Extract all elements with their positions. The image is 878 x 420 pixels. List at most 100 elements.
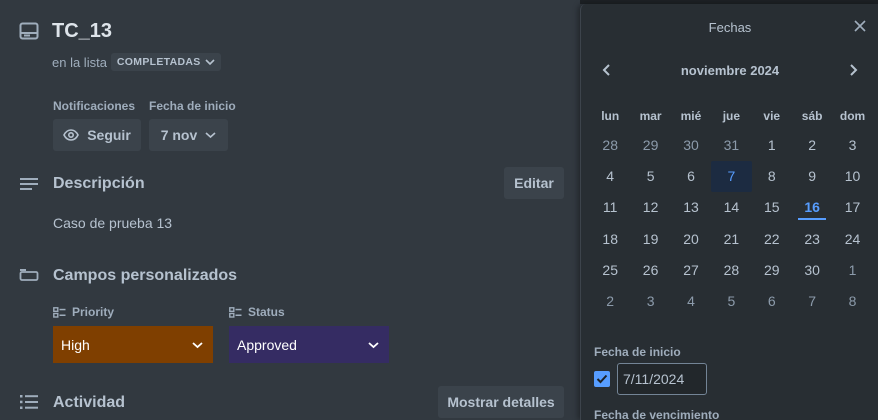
calendar-day[interactable]: 15 [752, 192, 792, 223]
activity-icon [20, 395, 38, 409]
field-label-status: Status [229, 305, 285, 319]
popover-title: Fechas [708, 20, 752, 35]
check-icon [596, 374, 608, 384]
in-list-label: en la lista [52, 54, 107, 70]
activity-heading: Actividad [53, 394, 126, 411]
priority-value: High [61, 336, 90, 353]
priority-select[interactable]: High [53, 326, 213, 363]
start-date-input[interactable]: 7/11/2024 [617, 363, 707, 395]
notifications-label: Notificaciones [53, 99, 136, 113]
chevron-down-icon [368, 341, 379, 348]
description-text[interactable]: Caso de prueba 13 [53, 215, 172, 231]
calendar-day[interactable]: 28 [590, 130, 630, 161]
calendar-day[interactable]: 25 [590, 255, 630, 286]
list-name: COMPLETADAS [116, 56, 201, 68]
calendar-day[interactable]: 17 [832, 192, 872, 223]
calendar-day[interactable]: 8 [832, 286, 872, 317]
calendar-day[interactable]: 3 [832, 130, 872, 161]
calendar-day[interactable]: 26 [630, 255, 670, 286]
weekday-label: lun [601, 109, 620, 123]
eye-icon [63, 129, 80, 141]
calendar-day[interactable]: 28 [711, 255, 751, 286]
field-name: Priority [72, 305, 115, 319]
weekday-label: jue [722, 109, 741, 123]
weekday-label: vie [763, 109, 781, 123]
card-detail: TC_13 en la lista COMPLETADAS Notificaci… [0, 0, 580, 420]
calendar-day[interactable]: 18 [590, 224, 630, 255]
calendar-day[interactable]: 12 [630, 192, 670, 223]
close-icon[interactable] [852, 18, 868, 34]
calendar-day[interactable]: 27 [671, 255, 711, 286]
calendar-day[interactable]: 11 [590, 192, 630, 223]
start-date-label: Fecha de inicio [149, 99, 236, 113]
calendar-day[interactable]: 22 [752, 224, 792, 255]
calendar-day[interactable]: 6 [671, 161, 711, 192]
field-type-icon [53, 306, 66, 318]
edit-label: Editar [514, 175, 554, 191]
calendar-day[interactable]: 13 [671, 192, 711, 223]
calendar-day[interactable]: 29 [752, 255, 792, 286]
weekday-label: mié [680, 109, 702, 123]
calendar-day[interactable]: 4 [590, 161, 630, 192]
calendar-day[interactable]: 30 [792, 255, 832, 286]
card-title[interactable]: TC_13 [52, 20, 112, 43]
month-navigation: noviembre 2024 [599, 62, 861, 78]
calendar-day[interactable]: 3 [630, 286, 670, 317]
description-heading: Descripción [53, 175, 145, 192]
calendar-day[interactable]: 19 [630, 224, 670, 255]
show-details-button[interactable]: Mostrar detalles [438, 386, 564, 418]
panel-start-date-label: Fecha de inicio [594, 345, 681, 359]
calendar-day[interactable]: 7 [792, 286, 832, 317]
chevron-left-icon[interactable] [599, 62, 615, 78]
calendar-day[interactable]: 9 [792, 161, 832, 192]
calendar-day[interactable]: 14 [711, 192, 751, 223]
calendar-day[interactable]: 5 [630, 161, 670, 192]
custom-fields-heading: Campos personalizados [53, 267, 238, 284]
chevron-right-icon[interactable] [845, 62, 861, 78]
dates-popover: Fechas noviembre 2024 lun mar mié jue vie sáb… [580, 4, 878, 420]
weekday-label: mar [639, 109, 662, 123]
calendar-day[interactable]: 1 [832, 255, 872, 286]
month-label: noviembre 2024 [680, 62, 780, 78]
calendar-day[interactable]: 16 [792, 192, 832, 223]
start-date-button[interactable]: 7 nov [149, 119, 228, 151]
calendar-day[interactable]: 7 [711, 161, 752, 193]
start-date-checkbox[interactable] [594, 371, 610, 387]
show-details-label: Mostrar detalles [447, 394, 555, 410]
list-info: en la lista COMPLETADAS [52, 53, 221, 71]
calendar-day[interactable]: 4 [671, 286, 711, 317]
weekday-label: dom [839, 109, 866, 123]
field-label-priority: Priority [53, 305, 114, 319]
weekday-label: sáb [801, 109, 823, 123]
calendar-day[interactable]: 31 [711, 130, 751, 161]
custom-fields-icon [19, 269, 39, 281]
field-type-icon [229, 306, 242, 318]
calendar-day[interactable]: 2 [792, 130, 832, 161]
status-value: Approved [237, 336, 297, 353]
description-icon [20, 178, 38, 190]
calendar-day[interactable]: 2 [590, 286, 630, 317]
calendar-grid: lun mar mié jue vie sáb dom 28 29 30 31 1 2 3 4 5 6 7 8 9 10… [590, 102, 873, 317]
watch-button[interactable]: Seguir [53, 119, 141, 151]
calendar-day[interactable]: 1 [752, 130, 792, 161]
calendar-day[interactable]: 20 [671, 224, 711, 255]
chevron-down-icon [192, 341, 203, 348]
chevron-down-icon [204, 59, 215, 66]
edit-description-button[interactable]: Editar [504, 167, 564, 199]
calendar-day[interactable]: 30 [671, 130, 711, 161]
calendar-day[interactable]: 29 [630, 130, 670, 161]
calendar-day[interactable]: 24 [832, 224, 872, 255]
calendar-day[interactable]: 5 [711, 286, 751, 317]
calendar-day[interactable]: 6 [752, 286, 792, 317]
calendar-day[interactable]: 10 [832, 161, 872, 192]
card-icon [19, 22, 39, 40]
calendar-day[interactable]: 23 [792, 224, 832, 255]
field-name: Status [248, 305, 285, 319]
due-date-label: Fecha de vencimiento [594, 408, 720, 420]
watch-label: Seguir [87, 127, 131, 143]
start-date-value: 7 nov [160, 127, 198, 143]
status-select[interactable]: Approved [229, 326, 389, 363]
list-selector[interactable]: COMPLETADAS [110, 53, 221, 71]
calendar-day[interactable]: 21 [711, 224, 751, 255]
calendar-day[interactable]: 8 [752, 161, 792, 192]
